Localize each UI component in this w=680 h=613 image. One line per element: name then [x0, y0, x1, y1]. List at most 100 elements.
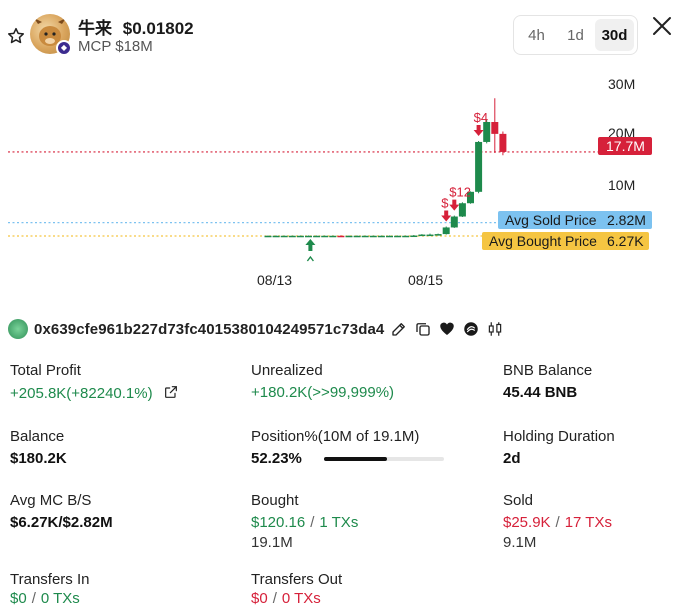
position-stat: Position%(10M of 19.1M) 52.23%	[251, 428, 445, 467]
sold-amount: $25.9K	[503, 514, 551, 531]
separator: /	[555, 514, 560, 531]
candle-body	[402, 235, 410, 238]
candle-body	[426, 234, 434, 237]
separator: /	[31, 590, 36, 607]
candle-body	[458, 203, 466, 217]
share-icon[interactable]	[163, 384, 179, 400]
market-cap: MCP $18M	[78, 38, 153, 55]
candle-body	[434, 234, 442, 236]
balance-label: Balance	[10, 428, 65, 445]
position-progress-bar	[324, 457, 445, 462]
wallet-address[interactable]: 0x639cfe961b227d73fc4015380104249571c73d…	[34, 321, 384, 338]
candle-body	[305, 235, 312, 238]
candle-body	[353, 235, 361, 238]
position-label: Position%(10M of 19.1M)	[251, 428, 420, 445]
transfers-in-amount: $0	[10, 590, 27, 607]
candle-body	[345, 235, 353, 238]
star-icon[interactable]	[6, 26, 26, 46]
candle-body	[475, 141, 483, 192]
token-price: $0.01802	[122, 19, 194, 38]
avg-mc-stat: Avg MC B/S $6.27K/$2.82M	[10, 492, 113, 531]
transfers-in-label: Transfers In	[10, 571, 90, 588]
sell-marker-arrow	[473, 125, 484, 136]
candle-body	[410, 235, 418, 238]
candle-body	[329, 235, 337, 238]
close-icon[interactable]	[650, 14, 674, 38]
avg-bought-value: 6.27K	[607, 233, 644, 249]
token-name: 牛来	[78, 19, 112, 38]
timeframe-selector: 4h 1d 30d	[513, 15, 638, 55]
unrealized-label: Unrealized	[251, 362, 323, 379]
candle-body	[369, 235, 377, 238]
bnb-balance-value: 45.44 BNB	[503, 384, 578, 401]
candle-body	[288, 235, 296, 238]
buy-marker-arrow	[305, 239, 316, 251]
balance-value: $180.2K	[10, 450, 67, 467]
unrealized-stat: Unrealized +180.2K(>>99,999%)	[251, 362, 394, 401]
sell-marker-label: $12	[449, 185, 471, 200]
sell-marker-label: $	[441, 196, 449, 211]
candle-body	[296, 235, 304, 238]
unrealized-value: +180.2K(>>99,999%)	[251, 384, 395, 401]
tab-4h[interactable]: 4h	[517, 19, 556, 51]
avg-mc-value: $6.27K/$2.82M	[10, 514, 113, 531]
copy-icon[interactable]	[414, 320, 432, 338]
y-tick-label: 10M	[608, 177, 635, 193]
transfers-out-amount: $0	[251, 590, 268, 607]
x-tick-label: 08/13	[257, 272, 292, 288]
total-profit-stat: Total Profit +205.8K(+82240.1%)	[10, 362, 179, 402]
candle-body	[337, 235, 345, 238]
candle-body	[313, 235, 321, 238]
avg-sold-value: 2.82M	[607, 212, 646, 228]
avg-bought-label: Avg Bought Price	[489, 233, 597, 249]
bought-amount: $120.16	[251, 514, 306, 531]
total-profit-value: +205.8K(+82240.1%)	[10, 385, 153, 402]
transfers-out-label: Transfers Out	[251, 571, 343, 588]
balance-stat: Balance $180.2K	[10, 428, 67, 467]
candle-body	[386, 235, 393, 238]
candle-body	[280, 235, 288, 238]
transfers-out-stat: Transfers Out $0/0 TXs	[251, 571, 342, 607]
avg-mc-label: Avg MC B/S	[10, 492, 92, 509]
separator: /	[310, 514, 315, 531]
edit-icon[interactable]	[390, 320, 408, 338]
separator: /	[272, 590, 277, 607]
candlestick-icon[interactable]	[486, 320, 504, 338]
bought-stat: Bought $120.16/1 TXs 19.1M	[251, 492, 358, 551]
position-progress-fill	[324, 457, 387, 462]
transfers-in-stat: Transfers In $0/0 TXs	[10, 571, 89, 607]
candle-body	[491, 122, 499, 134]
current-price-label: 17.7M	[606, 138, 645, 154]
price-chart[interactable]: $$12$4 30M 20M 10M 08/13 08/15 17.7M Avg…	[0, 70, 680, 295]
tab-30d[interactable]: 30d	[595, 19, 634, 51]
candle-body	[272, 235, 280, 238]
candle-body	[418, 234, 426, 237]
wallet-row: 0x639cfe961b227d73fc4015380104249571c73d…	[8, 318, 504, 340]
sell-marker-arrow	[449, 199, 460, 211]
heart-icon[interactable]	[438, 320, 456, 338]
candle-body	[361, 235, 369, 238]
position-value: 52.23%	[251, 450, 302, 467]
holding-stat: Holding Duration 2d	[503, 428, 615, 467]
wallet-avatar	[8, 319, 28, 339]
candle-body	[450, 216, 458, 228]
avg-sold-label: Avg Sold Price	[505, 212, 597, 228]
candle-body	[442, 227, 450, 235]
bought-txs: 1 TXs	[319, 514, 359, 531]
transfers-out-txs: 0 TXs	[281, 590, 321, 607]
buy-marker-chevron	[306, 255, 314, 262]
transfers-in-txs: 0 TXs	[40, 590, 80, 607]
y-tick-label: 30M	[608, 76, 635, 92]
header: ◆ 牛来 $0.01802 MCP $18M 4h 1d 30d	[0, 0, 680, 70]
brand-circle-icon[interactable]	[462, 320, 480, 338]
x-tick-label: 08/15	[408, 272, 443, 288]
total-profit-label: Total Profit	[10, 362, 81, 379]
candle-body	[264, 235, 272, 238]
sell-marker-label: $4	[474, 110, 488, 125]
tab-1d[interactable]: 1d	[556, 19, 595, 51]
bnb-balance-stat: BNB Balance 45.44 BNB	[503, 362, 592, 401]
holding-label: Holding Duration	[503, 428, 615, 445]
bnb-balance-label: BNB Balance	[503, 362, 593, 379]
sell-marker-arrow	[441, 210, 452, 222]
token-title: 牛来 $0.01802	[78, 14, 194, 39]
